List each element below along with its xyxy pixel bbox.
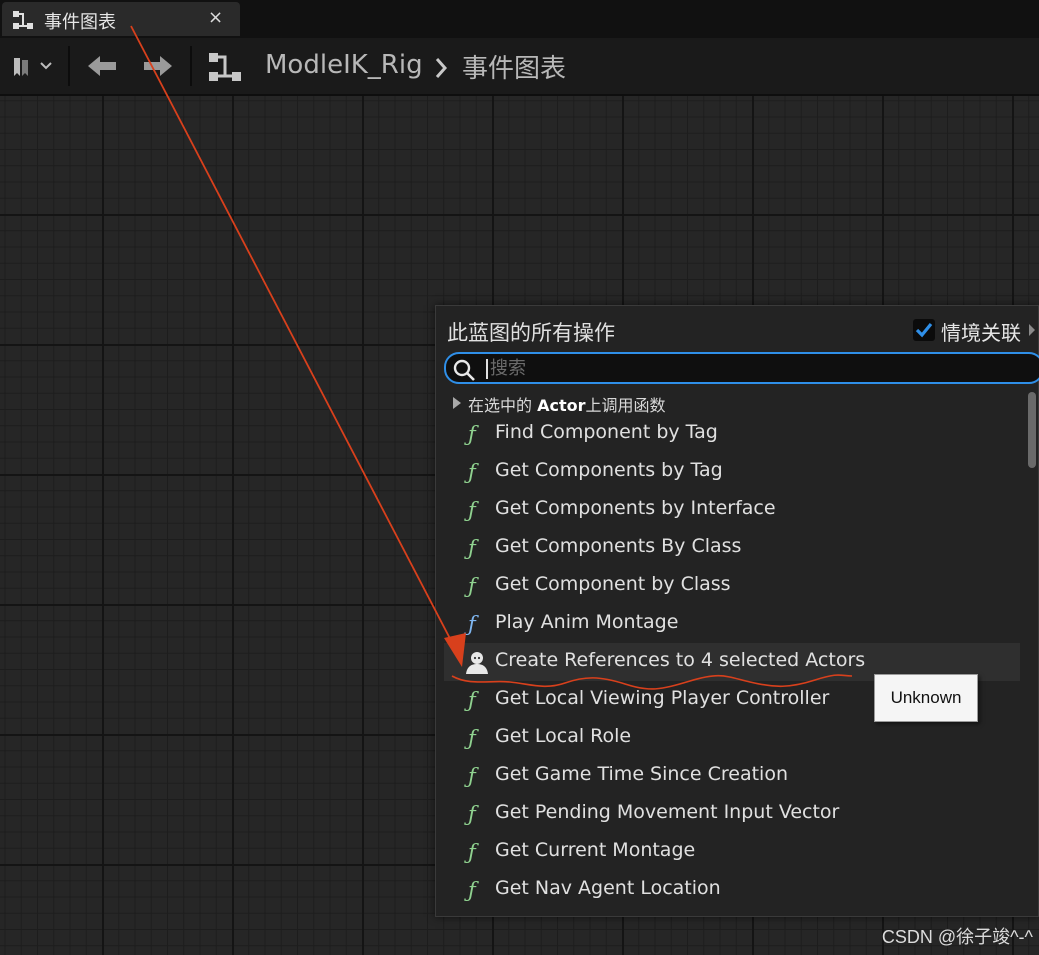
action-item-label: Get Local Role [495, 725, 632, 747]
expand-triangle-icon [453, 397, 461, 409]
action-item-label: Find Component by Tag [495, 421, 718, 443]
action-item[interactable]: ƒ Get Pending Movement Input Vector [444, 795, 1020, 833]
action-item[interactable]: ƒ Get Components by Tag [444, 453, 1020, 491]
scrollbar[interactable] [1028, 392, 1036, 902]
action-item-label: Get Nav Agent Location [495, 877, 721, 899]
graph-icon [209, 53, 241, 81]
chevron-right-icon [435, 58, 448, 78]
function-icon: ƒ [468, 726, 476, 750]
expand-arrow-icon[interactable] [1028, 323, 1036, 337]
action-item[interactable]: ƒ Get Nav Agent Location [444, 871, 1020, 909]
action-menu: 此蓝图的所有操作 情境关联 在选中的 Actor上调用函数 ƒ Find Comp… [435, 305, 1039, 917]
breadcrumb-blueprint[interactable]: ModleIK_Rig [265, 50, 423, 80]
tab-event-graph[interactable]: 事件图表 × [2, 2, 240, 36]
toolbar-divider [68, 46, 70, 86]
function-icon: ƒ [468, 574, 476, 598]
action-item-label: Get Component by Class [495, 573, 731, 595]
scroll-thumb[interactable] [1028, 392, 1036, 468]
bookmark-icon[interactable] [12, 56, 32, 78]
tab-title: 事件图表 [44, 12, 116, 33]
category-label: 在选中的 Actor上调用函数 [468, 396, 666, 415]
check-icon [915, 322, 933, 338]
graph-icon [13, 11, 33, 29]
watermark: CSDN @徐子竣^-^ [881, 927, 1033, 947]
function-icon: ƒ [468, 460, 476, 484]
forward-arrow-icon[interactable] [142, 54, 174, 78]
tab-bar: 事件图表 × [0, 0, 1039, 38]
action-item[interactable]: ƒ Get Game Time Since Creation [444, 757, 1020, 795]
action-list: ƒ Find Component by Tag ƒ Get Components by… [444, 415, 1020, 909]
search-box[interactable] [444, 352, 1039, 384]
search-icon [453, 359, 475, 381]
action-item-label: Get Game Time Since Creation [495, 763, 788, 785]
action-menu-title: 此蓝图的所有操作 [447, 321, 615, 345]
toolbar-divider [190, 46, 192, 86]
chevron-down-icon[interactable] [38, 58, 54, 74]
search-input[interactable] [490, 355, 1030, 381]
action-item-label: Get Current Montage [495, 839, 696, 861]
action-item[interactable]: ƒ Play Anim Montage [444, 605, 1020, 643]
context-sensitive-label: 情境关联 [941, 321, 1021, 345]
function-icon: ƒ [468, 764, 476, 788]
action-item[interactable]: ƒ Get Current Montage [444, 833, 1020, 871]
tooltip: Unknown [874, 674, 978, 722]
breadcrumb-graph[interactable]: 事件图表 [462, 48, 566, 85]
function-icon: ƒ [468, 422, 476, 446]
function-icon: ƒ [468, 536, 476, 560]
function-icon: ƒ [468, 802, 476, 826]
function-icon: ƒ [468, 840, 476, 864]
tooltip-text: Unknown [890, 688, 962, 707]
actor-icon [466, 652, 488, 674]
action-item-label: Get Local Viewing Player Controller [495, 687, 830, 709]
close-icon[interactable]: × [208, 7, 223, 28]
function-icon: ƒ [468, 688, 476, 712]
action-item-label: Get Components by Tag [495, 459, 723, 481]
action-item[interactable]: ƒ Get Components By Class [444, 529, 1020, 567]
action-item-label: Get Pending Movement Input Vector [495, 801, 840, 823]
action-item[interactable]: ƒ Get Component by Class [444, 567, 1020, 605]
action-item-label: Play Anim Montage [495, 611, 679, 633]
function-icon: ƒ [468, 878, 476, 902]
context-sensitive-checkbox[interactable] [913, 319, 935, 341]
action-item-label: Get Components by Interface [495, 497, 776, 519]
action-item[interactable]: ƒ Get Components by Interface [444, 491, 1020, 529]
toolbar: ModleIK_Rig 事件图表 [0, 38, 1039, 96]
back-arrow-icon[interactable] [86, 54, 118, 78]
function-icon: ƒ [468, 612, 476, 636]
text-caret [486, 359, 488, 379]
action-item-label: Get Components By Class [495, 535, 742, 557]
function-icon: ƒ [468, 498, 476, 522]
action-item[interactable]: ƒ Get Local Role [444, 719, 1020, 757]
action-item-label: Create References to 4 selected Actors [495, 649, 866, 671]
action-item[interactable]: ƒ Find Component by Tag [444, 415, 1020, 453]
